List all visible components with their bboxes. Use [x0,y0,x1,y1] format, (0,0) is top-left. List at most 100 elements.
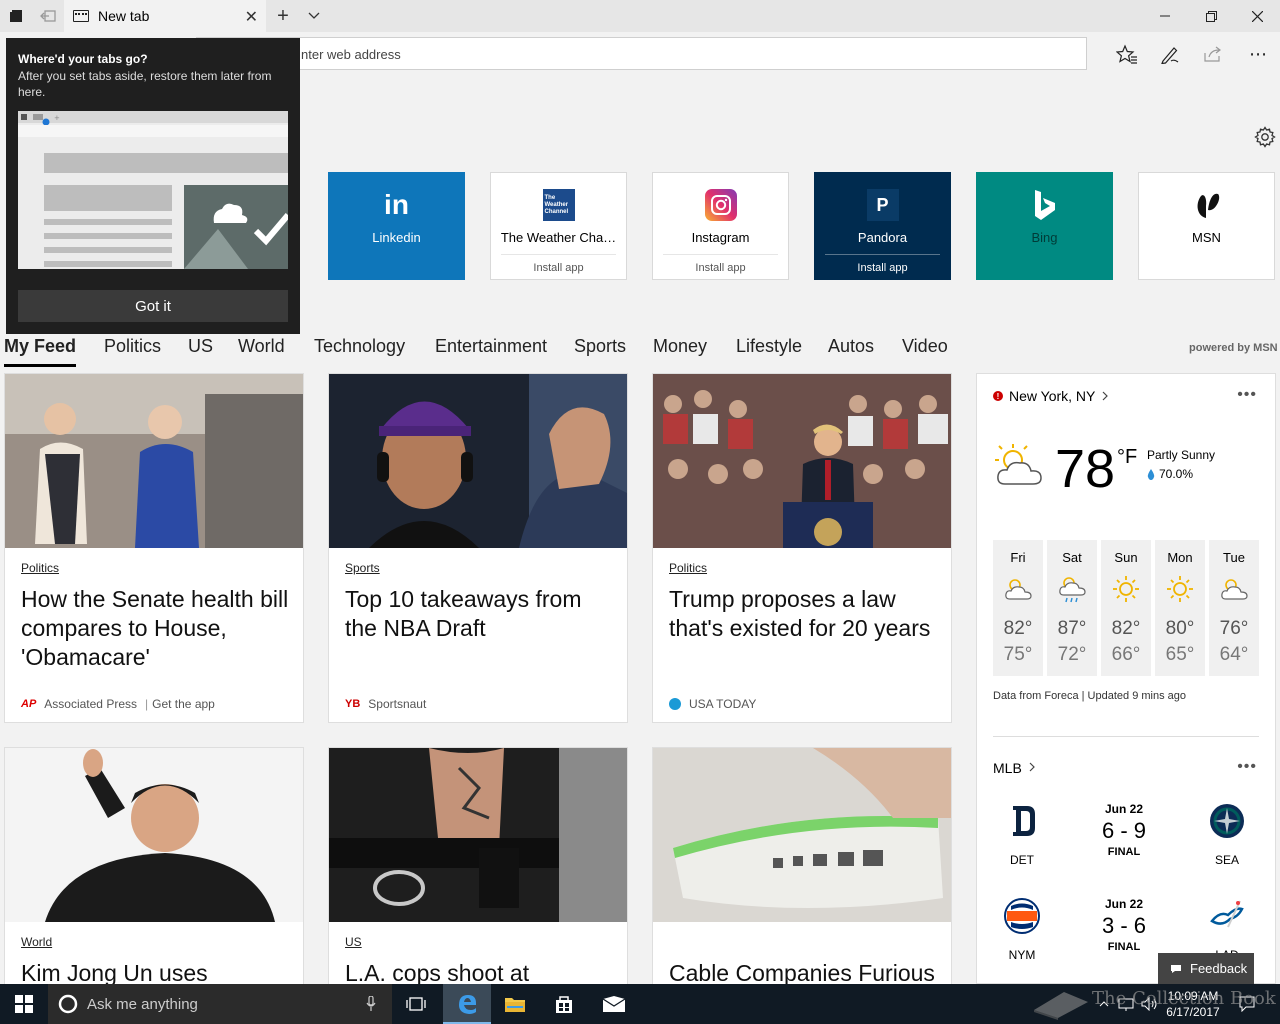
humidity-value: 70.0% [1159,467,1194,481]
bing-glyph [1034,190,1055,220]
install-app-link[interactable]: Install app [501,254,616,274]
forecast-day[interactable]: Sat 87° 72° [1047,540,1097,676]
microphone-icon[interactable] [366,996,376,1012]
tabs-aside-button[interactable] [0,0,32,32]
article-card[interactable]: Sports Top 10 takeaways from the NBA Dra… [328,373,628,723]
tab-my-feed[interactable]: My Feed [4,336,76,357]
article-image-senators [5,374,303,548]
new-tab-button[interactable]: + [270,0,296,32]
tab-world[interactable]: World [238,336,285,357]
game-date: Jun 22 [1104,802,1143,816]
team-det[interactable]: DET [992,802,1052,867]
forecast-day[interactable]: Fri 82° 75° [993,540,1043,676]
top-site-name: Pandora [857,230,908,245]
article-card[interactable]: Politics Trump proposes a law that's exi… [652,373,952,723]
article-category[interactable]: US [345,935,362,949]
game-score-value: 3 - 6 [1101,913,1147,938]
temperature-unit-toggle[interactable]: °F [1117,446,1137,469]
share-button[interactable] [1199,40,1227,68]
tab-lifestyle[interactable]: Lifestyle [736,336,802,357]
favorites-button[interactable] [1113,40,1141,68]
article-category[interactable]: Politics [669,561,707,575]
weather-alert-icon[interactable]: ! [993,391,1003,401]
start-button[interactable] [0,984,48,1024]
close-tab-icon[interactable]: ✕ [245,7,258,27]
game-score[interactable]: Jun 22 3 - 6 FINAL [1094,897,1154,953]
get-app-link[interactable]: Get the app [152,697,215,711]
article-card[interactable]: Politics How the Senate health bill comp… [4,373,304,723]
humidity: 70.0% [1147,467,1193,481]
pen-icon [1161,47,1179,64]
tab-money[interactable]: Money [653,336,707,357]
address-bar[interactable]: nter web address [196,37,1087,70]
top-site-weather-channel[interactable]: The Weather Channel The Weather Cha… Ins… [490,172,627,280]
chevron-down-icon [308,12,320,19]
tab-sports[interactable]: Sports [574,336,626,357]
share-icon [1204,46,1221,62]
article-category[interactable]: World [21,935,52,949]
top-site-msn[interactable]: MSN [1138,172,1275,280]
top-site-linkedin[interactable]: in Linkedin [328,172,465,280]
taskbar-store[interactable] [540,984,588,1024]
cortana-search-box[interactable]: Ask me anything [48,984,392,1024]
game-score[interactable]: Jun 22 6 - 9 FINAL [1094,802,1154,858]
tab-politics[interactable]: Politics [104,336,161,357]
forecast-day-name: Mon [1167,550,1193,565]
feedback-button[interactable]: Feedback [1158,953,1254,984]
article-headline[interactable]: How the Senate health bill compares to H… [21,585,291,672]
web-note-button[interactable] [1156,40,1184,68]
restore-button[interactable] [1188,0,1234,32]
top-site-pandora[interactable]: P Pandora Install app [814,172,951,280]
tab-entertainment[interactable]: Entertainment [435,336,547,357]
weather-location[interactable]: ! New York, NY [993,388,1109,404]
tab-technology[interactable]: Technology [314,336,405,357]
new-tab-page-icon [73,10,89,22]
weather-condition: Partly Sunny [1147,448,1216,462]
msn-butterfly-icon [1191,189,1223,221]
svg-text:+: + [54,114,60,122]
weather-more-options-button[interactable]: ••• [1237,386,1257,404]
task-view-button[interactable] [392,984,440,1024]
forecast-day[interactable]: Sun 82° 66° [1101,540,1151,676]
install-app-link[interactable]: Install app [825,254,940,274]
set-tabs-aside-button[interactable] [32,0,64,32]
tab-preview-button[interactable] [302,0,326,32]
active-tab-indicator [4,364,76,367]
pandora-icon: P [866,189,899,221]
article-headline[interactable]: Top 10 takeaways from the NBA Draft [345,585,615,643]
game-status: FINAL [1107,941,1141,953]
article-image-la-cops [329,748,627,922]
taskbar-file-explorer[interactable] [491,984,539,1024]
top-site-name: Linkedin [372,230,421,245]
tab-us[interactable]: US [188,336,213,357]
weather-channel-logo-text: Weather [544,201,569,208]
top-site-bing[interactable]: Bing [976,172,1113,280]
customize-button[interactable] [1254,126,1276,148]
article-card[interactable]: World Kim Jong Un uses [4,747,304,1007]
more-menu-button[interactable]: ⋯ [1244,40,1272,68]
tab-new-tab[interactable]: New tab ✕ [64,0,266,32]
close-window-button[interactable] [1234,0,1280,32]
mlb-more-options-button[interactable]: ••• [1237,758,1257,776]
article-category[interactable]: Sports [345,561,380,575]
tab-video[interactable]: Video [902,336,948,357]
team-sea[interactable]: SEA [1197,802,1257,867]
partly-sunny-icon [1005,579,1032,600]
article-category[interactable]: Politics [21,561,59,575]
tab-autos[interactable]: Autos [828,336,874,357]
article-card[interactable]: US L.A. cops shoot at [328,747,628,1007]
forecast-day[interactable]: Tue 76° 64° [1209,540,1259,676]
team-nym[interactable]: NYM [992,897,1052,962]
article-headline[interactable]: Trump proposes a law that's existed for … [669,585,939,643]
taskbar-mail[interactable] [590,984,638,1024]
forecast-low: 75° [1003,644,1033,665]
install-app-link[interactable]: Install app [663,254,778,274]
mlb-header[interactable]: MLB [993,760,1036,776]
got-it-button[interactable]: Got it [18,290,288,322]
forecast-day[interactable]: Mon 80° 65° [1155,540,1205,676]
taskbar-edge[interactable] [443,984,491,1024]
top-site-instagram[interactable]: Instagram Install app [652,172,789,280]
article-card[interactable]: Cable Companies Furious [652,747,952,1007]
minimize-button[interactable] [1142,0,1188,32]
instagram-icon [704,189,737,221]
